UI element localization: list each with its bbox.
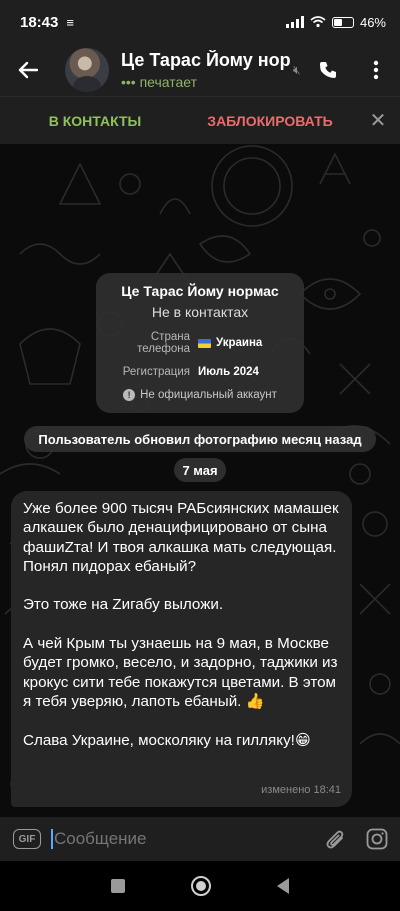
info-card-subtitle: Не в контактах: [151, 304, 249, 320]
status-bar: 18:43 ≡ 46%: [0, 0, 400, 44]
status-icons: 46%: [285, 14, 386, 30]
typing-status: ••• печатает: [121, 74, 198, 90]
call-button[interactable]: [304, 44, 352, 96]
contact-info-card: Це Тарас Йому нормас Не в контактах Стра…: [96, 273, 304, 413]
info-row-country: Страна телефона Украина: [96, 331, 304, 355]
info-row-value: Июль 2024: [198, 366, 259, 378]
message-input[interactable]: [54, 829, 294, 849]
home-icon[interactable]: [191, 876, 211, 896]
message-bubble[interactable]: Уже более 900 тысяч РАБсиянских мамашек …: [11, 491, 352, 807]
mute-icon: 🔇︎: [293, 62, 301, 77]
header-actions: [304, 44, 400, 96]
nav-back-icon[interactable]: [277, 878, 289, 894]
info-row-key: Регистрация: [122, 366, 190, 378]
input-actions: [326, 828, 400, 850]
date-separator: 7 мая: [174, 458, 226, 482]
battery-percent: 46%: [359, 14, 386, 30]
message-paragraph: Это тоже на Zигабу выложи.: [23, 596, 224, 614]
info-row-registration: Регистрация Июль 2024: [96, 366, 304, 378]
ukraine-flag-icon: [198, 338, 211, 348]
text-cursor: [51, 829, 53, 849]
more-button[interactable]: [352, 44, 400, 96]
status-time: 18:43: [20, 13, 59, 31]
signal-icon: [285, 16, 304, 28]
info-row-key: Страна телефона: [137, 331, 190, 355]
message-paragraph: Уже более 900 тысяч РАБсиянских мамашек …: [23, 500, 339, 575]
recents-icon[interactable]: [111, 879, 125, 893]
info-card-name: Це Тарас Йому нормас: [121, 283, 279, 299]
camera-icon[interactable]: [366, 828, 388, 850]
message-paragraph: А чей Крым ты узнаешь на 9 мая, в Москве…: [23, 635, 338, 710]
attach-icon[interactable]: [326, 828, 346, 850]
chat-title-block[interactable]: Це Тарас Йому нормас ••• печатает: [121, 50, 291, 90]
country-value: Украина: [216, 337, 263, 349]
add-contact-button[interactable]: В КОНТАКТЫ: [0, 113, 190, 129]
close-icon[interactable]: ✕: [356, 108, 400, 133]
wifi-icon: [310, 16, 326, 28]
info-row-value: Украина: [198, 331, 262, 355]
contact-action-bar: В КОНТАКТЫ ЗАБЛОКИРОВАТЬ ✕: [0, 96, 400, 144]
message-input-bar: GIF: [0, 817, 400, 861]
message-paragraph: Слава Украине, москоляку на гилляку!😁: [23, 731, 311, 749]
battery-icon: [331, 16, 354, 28]
back-arrow-icon: [18, 61, 38, 79]
unofficial-note: ! Не официальный аккаунт: [96, 389, 304, 401]
back-button[interactable]: [0, 44, 56, 96]
service-message: Пользователь обновил фотографию месяц на…: [24, 426, 376, 452]
message-meta: изменено 18:41: [261, 783, 341, 796]
gif-button[interactable]: GIF: [13, 829, 41, 849]
avatar[interactable]: [65, 48, 109, 92]
block-button[interactable]: ЗАБЛОКИРОВАТЬ: [190, 113, 350, 129]
more-vertical-icon: [373, 60, 379, 80]
chat-header: Це Тарас Йому нормас ••• печатает 🔇︎: [0, 44, 400, 96]
phone-icon: [320, 62, 336, 78]
system-nav-bar: [0, 861, 400, 911]
warning-icon: !: [123, 389, 136, 401]
chat-title: Це Тарас Йому нормас: [121, 50, 291, 71]
chat-area[interactable]: Це Тарас Йому нормас Не в контактах Стра…: [0, 144, 400, 817]
unofficial-text: Не официальный аккаунт: [140, 389, 277, 401]
chat-title-text: Це Тарас Йому нормас: [121, 50, 291, 70]
notification-icon: ≡: [66, 14, 74, 30]
